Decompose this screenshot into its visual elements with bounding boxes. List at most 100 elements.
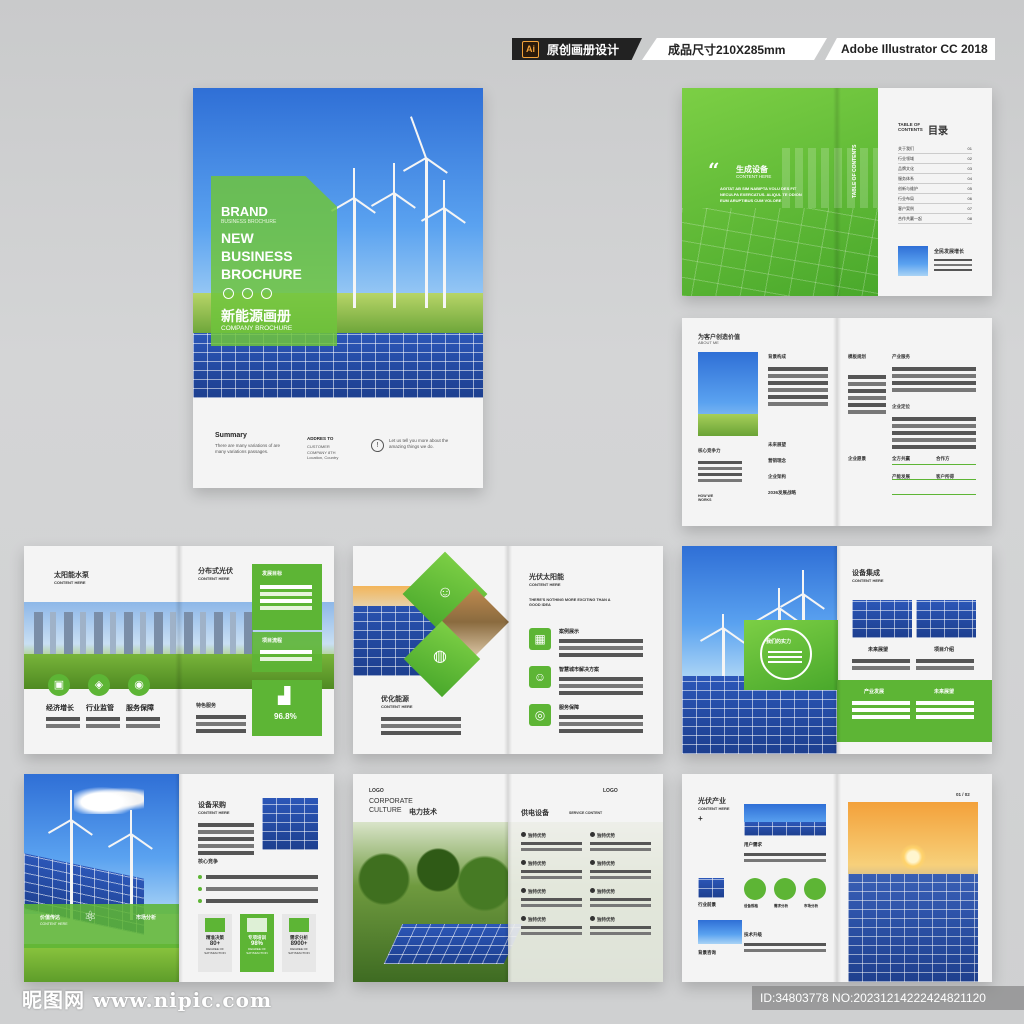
toc-table-label: TABLE OF CONTENTS [898, 122, 923, 132]
industry-label-3: 设备规格 [744, 904, 758, 908]
pv-item-lines-3 [559, 712, 643, 736]
about-right-b: 产业服务 [892, 354, 910, 359]
pv-sub: CONTENT HERE [529, 582, 561, 587]
buy-left1-sub: CONTENT HERE [40, 922, 68, 926]
about-left-lines [698, 458, 742, 485]
target-icon: ◎ [529, 704, 551, 726]
toc-list-item: 品牌文化 03 [898, 164, 972, 174]
pump-icon-label-2: 行业监管 [86, 705, 114, 712]
about-col1-d: 企业架构 [768, 474, 786, 479]
pump-buildings [34, 612, 254, 654]
badge-size: 成品尺寸210X285mm [642, 38, 827, 60]
buy-stat-3: 需求分析 8900+ DEGREE OF SATISFACTION [282, 914, 316, 972]
pv-opt-title: 优化能源 [381, 696, 409, 703]
cover-title-3: BROCHURE [221, 266, 302, 282]
wind-turbine-icon [353, 168, 356, 308]
cover-brand: BRAND [221, 204, 268, 219]
industry-lines-2 [744, 940, 826, 955]
industry-sun [900, 844, 926, 870]
industry-mid-image [698, 878, 724, 898]
address-title: ADDRES TO [307, 436, 334, 441]
about-green-rules [892, 464, 976, 495]
pump-left-sub: CONTENT HERE [54, 580, 86, 585]
pv-item-1: 案例展示 [559, 629, 580, 635]
pv-item-2: 智慧城市解决方案 [559, 667, 600, 673]
info-text: Let us tell you more about the amazing t… [389, 438, 449, 449]
equip-img-lines [852, 656, 976, 673]
circle-icon [261, 288, 272, 299]
about-spread: 为客户创造价值 ABOUT ME 核心竞争力 HOW WE WORKS 背景构成… [682, 318, 992, 526]
buy-lines-top [198, 820, 254, 858]
buy-clouds [74, 784, 144, 814]
cover-cn-title: 新能源画册 [221, 308, 291, 324]
pump-icon-label-3: 服务保障 [126, 705, 154, 712]
toc-list-item: 行业布局 06 [898, 194, 972, 204]
purchase-spread: 价值传达 CONTENT HERE ⚛ 市场分析 设备采购 CONTENT HE… [24, 774, 334, 982]
buy-title: 设备采购 [198, 802, 226, 809]
buy-image [262, 798, 318, 850]
cover-title-2: BUSINESS [221, 248, 293, 264]
pump-feature-lines [196, 712, 246, 736]
pump-process-label: 项目流程 [262, 638, 283, 644]
about-right-a: 模板规划 [848, 354, 866, 359]
circle-icon [804, 878, 826, 900]
equip-band-1: 产业发展 [864, 689, 885, 695]
equip-img-2-label: 项目介绍 [934, 647, 955, 653]
about-image-grass [698, 414, 758, 436]
bar-chart-icon: ▟ [278, 688, 291, 705]
pump-goal-label: 发展目标 [262, 571, 283, 577]
badge-software: Adobe Illustrator CC 2018 [825, 38, 995, 60]
list-item: 独特优势 [590, 916, 651, 938]
list-item: 独特优势 [590, 888, 651, 910]
buy-left1: 价值传达 [40, 915, 61, 921]
toc-quote-icon: “ [708, 158, 720, 182]
list-item: 独特优势 [590, 860, 651, 882]
wind-turbine-icon [722, 614, 725, 676]
culture-right-logo: LOGO [603, 788, 618, 794]
equip-img-1 [852, 600, 912, 638]
culture-right-title: 供电设备 [521, 810, 549, 817]
illustrator-icon: Ai [522, 40, 539, 58]
toc-en-heading: CONTENT HERE [736, 174, 772, 179]
culture-trees [353, 834, 508, 924]
grid-icon: ▦ [529, 628, 551, 650]
toc-list: 关于我们 01 行业领域 02 品牌文化 03 服务体系 04 创新与维护 05 行业布局… [898, 144, 972, 224]
industry-sub: CONTENT HERE [698, 806, 730, 811]
pump-goal-lines [260, 582, 312, 613]
badge-design-type-label: 原创画册设计 [547, 42, 620, 57]
pv-spread: ☺ ◍ 优化能源 CONTENT HERE 光伏太阳能 CONTENT HERE… [353, 546, 663, 754]
culture-cn: 电力技术 [409, 809, 437, 816]
culture-right-sub: SERVICE CONTENT [569, 811, 603, 815]
industry-label-4: 需求分析 [774, 904, 788, 908]
industry-lines-1 [744, 850, 826, 865]
buy-stat-2: 专项培训 98% DEGREE OF SATISFACTION [240, 914, 274, 972]
industry-page-number: 01 / 02 [956, 792, 970, 797]
toc-list-item: 关于我们 01 [898, 144, 972, 154]
circle-icon [774, 878, 796, 900]
culture-items: 独特优势 独特优势 独特优势 独特优势 独特优势 独特优势 独特优势 独特优势 [521, 832, 651, 938]
cover-icons [223, 288, 272, 299]
buy-stat-1: 精准决策 80+ DEGREE OF SATISFACTION [198, 914, 232, 972]
equip-band-2: 未来展望 [934, 689, 955, 695]
badge-size-label: 成品尺寸210X285mm [668, 42, 786, 57]
wind-turbine-icon [393, 163, 396, 308]
pump-spread: 太阳能水泵 CONTENT HERE ▣ ◈ ◉ 经济增长 行业监管 服务保障 … [24, 546, 334, 754]
list-item: 独特优势 [521, 916, 582, 938]
toc-list-item: 客户案例 07 [898, 204, 972, 214]
equip-band-lines [852, 698, 976, 722]
wind-turbine-icon [443, 180, 446, 308]
industry-spread: 光伏产业 CONTENT HERE + 用户需求 行业前景 设备规格 需求分析 … [682, 774, 992, 982]
about-col1-b: 未来展望 [768, 442, 786, 447]
address-text: CUSTOMER COMPANY 8TH Location, Country [307, 444, 339, 460]
buy-left2: 市场分析 [136, 915, 157, 921]
about-right-lines-a [848, 372, 886, 417]
about-subtitle: ABOUT ME [698, 340, 719, 345]
buy-core: 核心竞争 [198, 859, 219, 865]
equip-sub: CONTENT HERE [852, 578, 884, 583]
industry-sunset-solar [848, 874, 978, 982]
about-right-d: 企业愿景 [848, 456, 866, 461]
list-item: 独特优势 [521, 860, 582, 882]
summary-title: Summary [215, 432, 247, 439]
buy-sub: CONTENT HERE [198, 810, 230, 815]
wind-turbine-icon [410, 116, 428, 308]
